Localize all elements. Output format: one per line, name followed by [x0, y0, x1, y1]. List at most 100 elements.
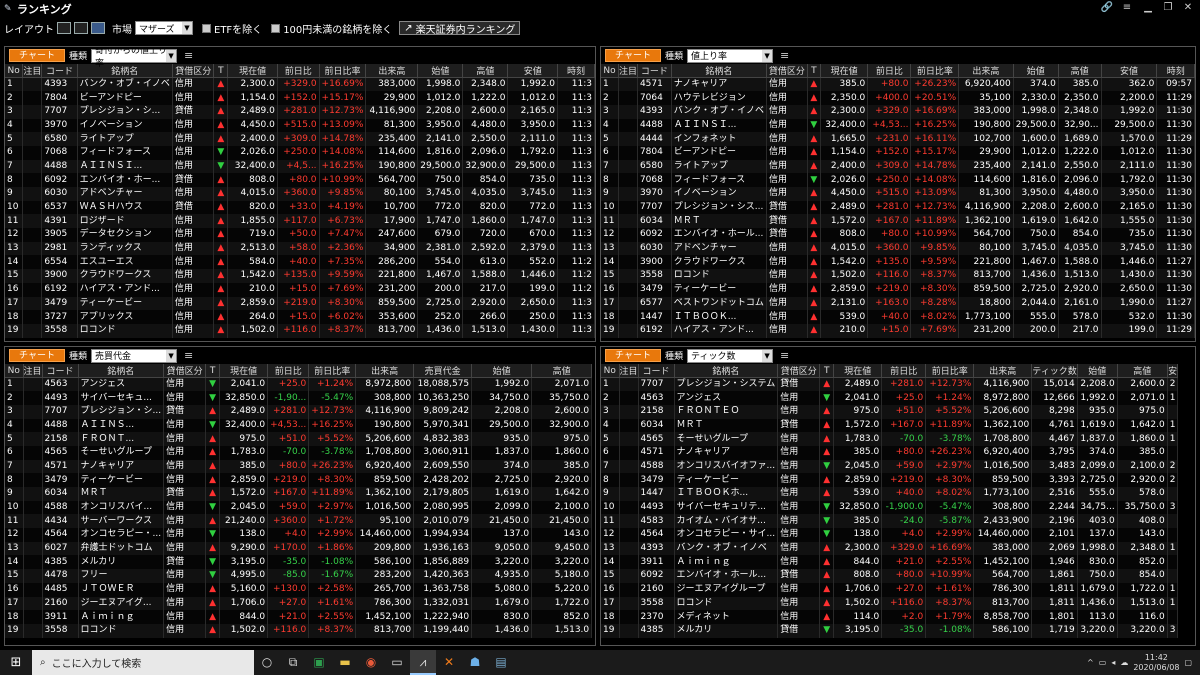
table-row[interactable]: 19 6192 ハイアス・アンド... 信用 ▲ 210.0 +15.0 +7.69% 231,…	[601, 323, 1195, 338]
column-header[interactable]: 始値	[471, 364, 533, 378]
table-row[interactable]: 14 6554 エスユーエス 信用 ▲ 584.0 +40.0 +7.35% 286,200 55…	[5, 255, 595, 270]
etf-checkbox[interactable]	[202, 23, 211, 33]
table-row[interactable]: 8 3479 ティーケービー 信用 ▲ 2,859.0 +219.0 +8.30% 859,50…	[5, 473, 593, 487]
people-icon[interactable]: ☗	[462, 650, 488, 675]
column-header[interactable]: No	[601, 64, 619, 78]
chrome-icon[interactable]: ◉	[358, 650, 384, 675]
table-row[interactable]: 7 4571 ナノキャリア 信用 ▲ 385.0 +80.0 +26.23% 6,920,400…	[5, 459, 593, 474]
table-row[interactable]: 1 4563 アンジェス 信用 ▼ 2,041.0 +25.0 +1.24% 8,972,800…	[5, 377, 593, 392]
column-header[interactable]: 始値	[417, 64, 464, 78]
table-row[interactable]: 7 4488 ＡＩＩＮＳＩ... 信用 ▼ 32,400.0 +4,5... +16.25% 1…	[5, 159, 595, 174]
table-row[interactable]: 16 2160 ジーエヌアイグループ 信用 ▲ 1,706.0 +27.0 +1.61% 786…	[601, 582, 1179, 597]
column-header[interactable]: T	[819, 364, 835, 378]
chart-button[interactable]: チャート	[9, 349, 65, 362]
table-row[interactable]: 2 7064 ハウテレビジョン 信用 ▲ 2,350.0 +400.0 +20.51% 35,1…	[601, 91, 1195, 105]
notepad-icon[interactable]: ▤	[488, 650, 514, 675]
table-row[interactable]: 10 4588 オンコリスバイ... 信用 ▼ 2,045.0 +59.0 +2.97% 1,0…	[5, 500, 593, 515]
column-header[interactable]: 注目	[22, 64, 43, 78]
table-row[interactable]: 17 2160 ジーエヌアイグ... 信用 ▲ 1,706.0 +27.0 +1.61% 786…	[5, 596, 593, 611]
windows-start-icon[interactable]: ⊞	[0, 655, 32, 670]
table-row[interactable]: 3 2158 ＦＲＯＮＴＥＯ 信用 ▲ 975.0 +51.0 +5.52% 5,206,600…	[601, 404, 1179, 419]
table-row[interactable]: 15 3900 クラウドワークス 信用 ▲ 1,542.0 +135.0 +9.59% 221,…	[5, 269, 595, 283]
column-header[interactable]: 高値	[1117, 364, 1168, 378]
column-header[interactable]: 売買代金	[413, 364, 473, 378]
table-row[interactable]: 6 7068 フィードフォース 信用 ▼ 2,026.0 +250.0 +14.08% 114,…	[5, 145, 595, 160]
column-header[interactable]: T	[205, 364, 221, 378]
column-header[interactable]: 貸借区分	[172, 64, 215, 78]
column-header[interactable]: No	[5, 64, 24, 78]
table-row[interactable]: 14 4385 メルカリ 貸借 ▼ 3,195.0 -35.0 -1.08% 586,100 1,…	[5, 555, 593, 570]
cloud-icon[interactable]: ☁	[1120, 658, 1128, 667]
notification-icon[interactable]: ▢	[1184, 658, 1192, 667]
menu-icon[interactable]: ≡	[1120, 1, 1134, 16]
column-header[interactable]: 安値	[1101, 64, 1158, 78]
layout-single-button[interactable]	[57, 22, 71, 34]
column-header[interactable]: 現在値	[227, 64, 278, 78]
app-x-icon[interactable]: ✕	[436, 650, 462, 675]
menu-icon[interactable]: ≡	[184, 49, 193, 62]
column-header[interactable]: 注目	[619, 364, 639, 378]
column-header[interactable]: 時刻	[557, 64, 595, 78]
table-row[interactable]: 15 4478 フリー 信用 ▼ 4,995.0 -85.0 -1.67% 283,200 1,4…	[5, 569, 593, 583]
table-row[interactable]: 14 3900 クラウドワークス 信用 ▲ 1,542.0 +135.0 +9.59% 221,…	[601, 255, 1195, 270]
table-row[interactable]: 9 6034 ＭＲＴ 貸借 ▲ 1,572.0 +167.0 +11.89% 1,362,100…	[5, 487, 593, 501]
column-header[interactable]: No	[601, 364, 620, 378]
table-row[interactable]: 16 4485 ＪＴＯＷＥＲ 信用 ▲ 5,160.0 +130.0 +2.58% 265,70…	[5, 582, 593, 597]
table-row[interactable]: 10 6537 ＷＡＳＨハウス 貸借 ▲ 820.0 +33.0 +4.19% 10,700 77…	[5, 200, 595, 215]
table-row[interactable]: 19 3558 ロコンド 信用 ▲ 1,502.0 +116.0 +8.37% 813,700 1…	[5, 623, 593, 638]
table-row[interactable]: 2 4493 サイバーセキュ... 信用 ▼ 32,850.0 -1,90... -5.47%…	[5, 391, 593, 405]
marketspeed-icon[interactable]: ⩘	[410, 650, 436, 675]
column-header[interactable]: 高値	[1058, 64, 1102, 78]
layout-double-button[interactable]	[74, 22, 88, 34]
taskbar-search[interactable]: ⌕ ここに入力して検索	[32, 650, 254, 675]
table-row[interactable]: 13 6030 アドベンチャー 信用 ▲ 4,015.0 +360.0 +9.85% 80,10…	[601, 241, 1195, 256]
table-row[interactable]: 2 4563 アンジェス 信用 ▼ 2,041.0 +25.0 +1.24% 8,972,800…	[601, 391, 1179, 405]
table-row[interactable]: 11 4583 カイオム・バイオサ... 信用 ▼ 385.0 -24.0 -5.87% 2,4…	[601, 514, 1179, 529]
network-icon[interactable]: ▭	[1099, 658, 1107, 667]
column-header[interactable]: 貸借区分	[777, 364, 821, 378]
table-row[interactable]: 13 4393 バンク・オブ・イノベ 信用 ▲ 2,300.0 +329.0 +16.69% 3…	[601, 541, 1179, 556]
table-row[interactable]: 13 6027 弁護士ドットコム 信用 ▲ 9,290.0 +170.0 +1.86% 209,…	[5, 541, 593, 556]
table-row[interactable]: 1 4393 バンク・オブ・イノベ 信用 ▲ 2,300.0 +329.0 +16.69% 38…	[5, 77, 595, 92]
column-header[interactable]: 現在値	[820, 64, 869, 78]
menu-icon[interactable]: ≡	[780, 349, 789, 362]
column-header[interactable]: 始値	[1077, 364, 1118, 378]
column-header[interactable]: 貸借区分	[766, 64, 808, 78]
column-header[interactable]: 出来高	[958, 64, 1014, 78]
chevron-up-icon[interactable]: ^	[1087, 658, 1094, 667]
column-header[interactable]: 銘柄名	[78, 364, 165, 378]
column-header[interactable]: 前日比率	[319, 64, 367, 78]
column-header[interactable]: 貸借区分	[163, 364, 207, 378]
column-header[interactable]: 前日比	[881, 364, 927, 378]
column-header[interactable]: 銘柄名	[671, 64, 768, 78]
column-header[interactable]: 前日比率	[308, 364, 357, 378]
table-row[interactable]: 9 3970 イノベーション 信用 ▲ 4,450.0 +515.0 +13.09% 81,30…	[601, 187, 1195, 201]
table-row[interactable]: 10 4493 サイバーセキュリテ... 信用 ▼ 32,850.0 -1,900.0 -5.…	[601, 500, 1179, 515]
table-row[interactable]: 8 6092 エンバイオ・ホー... 貸借 ▲ 808.0 +80.0 +10.99% 564,…	[5, 173, 595, 187]
table-row[interactable]: 7 4588 オンコリスバイオファ... 信用 ▼ 2,045.0 +59.0 +2.97% 1…	[601, 459, 1179, 474]
column-header[interactable]: 前日比率	[925, 364, 975, 378]
table-row[interactable]: 17 3558 ロコンド 信用 ▲ 1,502.0 +116.0 +8.37% 813,700 1…	[601, 596, 1179, 611]
table-row[interactable]: 16 6192 ハイアス・アンド... 信用 ▲ 210.0 +15.0 +7.69% 231,…	[5, 282, 595, 297]
menu-icon[interactable]: ≡	[780, 49, 789, 62]
table-row[interactable]: 5 2158 ＦＲＯＮＴ... 信用 ▲ 975.0 +51.0 +5.52% 5,206,60…	[5, 432, 593, 446]
column-header[interactable]: コード	[41, 64, 78, 78]
table-row[interactable]: 4 4488 ＡＩＩＮＳＩ... 信用 ▼ 32,400.0 +4,53... +16.25%…	[601, 118, 1195, 133]
task-view-icon[interactable]: ⧉	[280, 650, 306, 675]
table-row[interactable]: 9 1447 ＩＴＢＯＯＫホ... 信用 ▲ 539.0 +40.0 +8.02% 1,773,…	[601, 487, 1179, 501]
column-header[interactable]: 時刻	[1156, 64, 1195, 78]
table-row[interactable]: 15 3558 ロコンド 信用 ▲ 1,502.0 +116.0 +8.37% 813,700 1…	[601, 269, 1195, 283]
column-header[interactable]: 現在値	[833, 364, 883, 378]
column-header[interactable]: コード	[42, 364, 79, 378]
column-header[interactable]: コード	[638, 364, 675, 378]
table-row[interactable]: 9 6030 アドベンチャー 信用 ▲ 4,015.0 +360.0 +9.85% 80,100…	[5, 187, 595, 201]
column-header[interactable]: 前日比	[277, 64, 320, 78]
chart-button[interactable]: チャート	[9, 49, 65, 62]
table-row[interactable]: 6 4571 ナノキャリア 信用 ▲ 385.0 +80.0 +26.23% 6,920,400…	[601, 445, 1179, 460]
column-header[interactable]: No	[5, 364, 24, 378]
column-header[interactable]: 始値	[1013, 64, 1059, 78]
column-header[interactable]: 出来高	[365, 64, 419, 78]
column-header[interactable]: ティック数	[1031, 364, 1078, 378]
kind-select[interactable]: ティック数 ▼	[687, 348, 774, 363]
column-header[interactable]: 高値	[462, 64, 509, 78]
